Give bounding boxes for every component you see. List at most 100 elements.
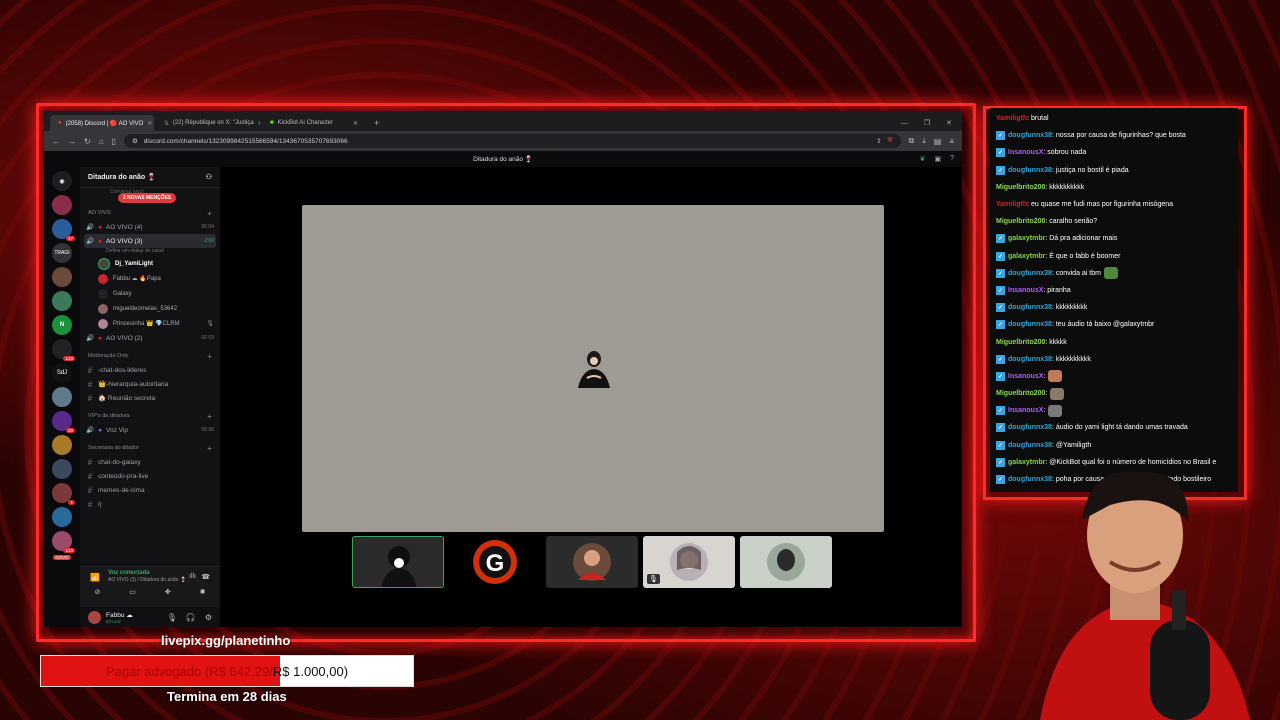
text-channel[interactable]: # conteúdo-pra-live — [80, 469, 220, 483]
category-vip[interactable]: VIP's da ditadura + — [80, 409, 220, 423]
discord-home-icon[interactable]: ◉ — [52, 171, 72, 191]
chat-username[interactable]: dougfunnx38 — [1008, 424, 1052, 431]
server-icon[interactable]: 123 — [52, 339, 75, 361]
share-icon[interactable]: ⇪ — [876, 137, 881, 145]
member-item[interactable]: Dj_YamiLight — [80, 256, 220, 271]
voice-channel-ao-vivo-3[interactable]: 🔊 ● AO VIVO (3) 2:00 — [84, 234, 216, 248]
tab-discord[interactable]: ● (2058) Discord | 🔴 AO VIVO ✕ — [50, 115, 154, 131]
category-moderation[interactable]: Moderação Only + — [80, 349, 220, 363]
chat-username[interactable]: InsanousX — [1008, 149, 1043, 156]
member-item[interactable]: Galaxy — [80, 286, 220, 301]
member-item[interactable]: migueldeornelas_53642 — [80, 301, 220, 316]
minimize-icon[interactable]: — — [901, 120, 908, 127]
chat-username[interactable]: Yamiligth — [996, 201, 1027, 208]
avatar[interactable] — [88, 610, 101, 624]
text-channel[interactable]: # rj — [80, 497, 220, 511]
text-channel[interactable]: # 👑-hierarquia-autoritaria — [80, 377, 220, 391]
member-item[interactable]: Fabbu ☁ 🔥Papa — [80, 271, 220, 286]
server-icon[interactable] — [52, 291, 72, 311]
download-icon[interactable]: ⤓ — [922, 136, 926, 146]
server-icon[interactable] — [52, 267, 72, 287]
category-secretaria[interactable]: Secretaria do ditador + — [80, 441, 220, 455]
chat-username[interactable]: Yamiligth — [996, 115, 1027, 122]
noise-suppression-icon[interactable]: ıllı — [189, 573, 196, 580]
server-icon[interactable]: 20 — [52, 411, 75, 433]
disconnect-icon[interactable]: ☎ — [201, 573, 210, 581]
participant-tile[interactable]: G — [449, 536, 541, 588]
screen-share-icon[interactable]: ▭ — [129, 588, 136, 596]
url-field[interactable]: ⚙ discord.com/channels/13230998425155665… — [123, 134, 901, 148]
participant-tile[interactable] — [546, 536, 638, 588]
sidebar-icon[interactable]: ▤ — [934, 137, 942, 146]
server-icon[interactable]: 17 — [52, 219, 75, 241]
text-channel[interactable]: # -chat-dos-lideres — [80, 363, 220, 377]
chat-username[interactable]: dougfunnx38 — [1008, 167, 1052, 174]
voice-channel-ao-vivo-2[interactable]: 🔊 ● AO VIVO (2) 00 03 — [80, 331, 220, 345]
forward-icon[interactable]: → — [68, 137, 76, 146]
screen-share-view[interactable] — [302, 205, 884, 532]
text-channel[interactable]: # chat-do-galaxy — [80, 455, 220, 469]
chat-username[interactable]: dougfunnx38 — [1008, 356, 1052, 363]
chat-username[interactable]: Miguelbrito200 — [996, 339, 1045, 346]
reload-icon[interactable]: ↻ — [84, 137, 91, 146]
chat-username[interactable]: InsanousX — [1008, 287, 1043, 294]
help-icon[interactable]: ? — [950, 155, 954, 163]
add-channel-icon[interactable]: + — [207, 209, 212, 218]
extensions-icon[interactable]: ⧉ — [909, 136, 915, 146]
microphone-icon[interactable]: 🎙 — [167, 613, 177, 622]
member-item[interactable]: Princesinha 👑 💎CLRM 🎙 — [80, 316, 220, 331]
server-icon[interactable] — [52, 435, 72, 455]
voice-channel-ao-vivo-4[interactable]: 🔊 ● AO VIVO (4) 00 04 — [80, 220, 220, 234]
server-icon[interactable]: SdJ — [52, 363, 72, 383]
participant-tile[interactable]: 🎙 — [643, 536, 735, 588]
maximize-icon[interactable]: ❐ — [924, 119, 930, 127]
add-channel-icon[interactable]: + — [207, 412, 212, 421]
chat-username[interactable]: dougfunnx38 — [1008, 321, 1052, 328]
participant-tile[interactable] — [740, 536, 832, 588]
chat-username[interactable]: dougfunnx38 — [1008, 442, 1052, 449]
chat-username[interactable]: Miguelbrito200 — [996, 390, 1045, 397]
server-icon[interactable] — [52, 459, 72, 479]
server-icon[interactable]: N — [52, 315, 72, 335]
server-icon[interactable] — [52, 195, 72, 215]
server-icon[interactable]: TRAGI — [52, 243, 72, 263]
gear-icon[interactable]: ⚙ — [205, 613, 212, 622]
chat-username[interactable]: Miguelbrito200 — [996, 218, 1045, 225]
chat-username[interactable]: InsanousX — [1008, 407, 1043, 414]
bookmark-icon[interactable]: ▯ — [112, 137, 116, 146]
leaf-icon[interactable]: ❦ — [920, 155, 926, 163]
close-tab-icon[interactable]: ✕ — [147, 120, 152, 127]
add-channel-icon[interactable]: + — [207, 352, 212, 361]
channel-status-hint[interactable]: Defina um status do canal — [80, 248, 220, 256]
close-tab-icon[interactable]: ✕ — [258, 120, 260, 127]
chat-username[interactable]: Miguelbrito200 — [996, 184, 1045, 191]
new-mentions-badge[interactable]: 2 NOVAS MENÇÕES — [118, 193, 177, 203]
menu-icon[interactable]: ≡ — [949, 137, 954, 146]
camera-off-icon[interactable]: ⊘ — [94, 588, 100, 596]
chat-username[interactable]: galaxytmbr — [1008, 235, 1045, 242]
server-icon[interactable]: 1 — [52, 483, 75, 505]
new-tab-button[interactable]: + — [368, 115, 385, 131]
site-info-icon[interactable]: ⚙ — [132, 137, 138, 145]
close-tab-icon[interactable]: ✕ — [353, 120, 358, 127]
server-icon[interactable] — [52, 387, 72, 407]
server-icon[interactable] — [52, 507, 72, 527]
headphones-icon[interactable]: 🎧 — [186, 613, 196, 622]
activities-icon[interactable]: ✥ — [165, 588, 171, 596]
chat-username[interactable]: dougfunnx38 — [1008, 132, 1052, 139]
participant-tile[interactable] — [352, 536, 444, 588]
chat-username[interactable]: galaxytmbr — [1008, 253, 1045, 260]
tab-x[interactable]: 𝕏 (22) République on X: "Justiça ✕ — [156, 115, 260, 131]
voice-channel-vip[interactable]: 🔊 ● Voz Vip 00 06 — [80, 423, 220, 437]
chat-username[interactable]: dougfunnx38 — [1008, 304, 1052, 311]
chat-username[interactable]: dougfunnx38 — [1008, 270, 1052, 277]
text-channel[interactable]: # 🏠 Reunião secreta — [80, 391, 220, 405]
brave-shield-icon[interactable]: ⛨ — [888, 137, 893, 145]
add-channel-icon[interactable]: + — [207, 444, 212, 453]
soundboard-icon[interactable]: ✺ — [200, 588, 206, 596]
back-icon[interactable]: ← — [52, 137, 60, 146]
home-icon[interactable]: ⌂ — [99, 137, 104, 146]
server-header[interactable]: Ditadura do anão 🍷 ⚇ — [80, 167, 220, 188]
add-member-icon[interactable]: ⚇ — [206, 173, 212, 181]
server-icon[interactable]: 123 — [52, 531, 75, 553]
